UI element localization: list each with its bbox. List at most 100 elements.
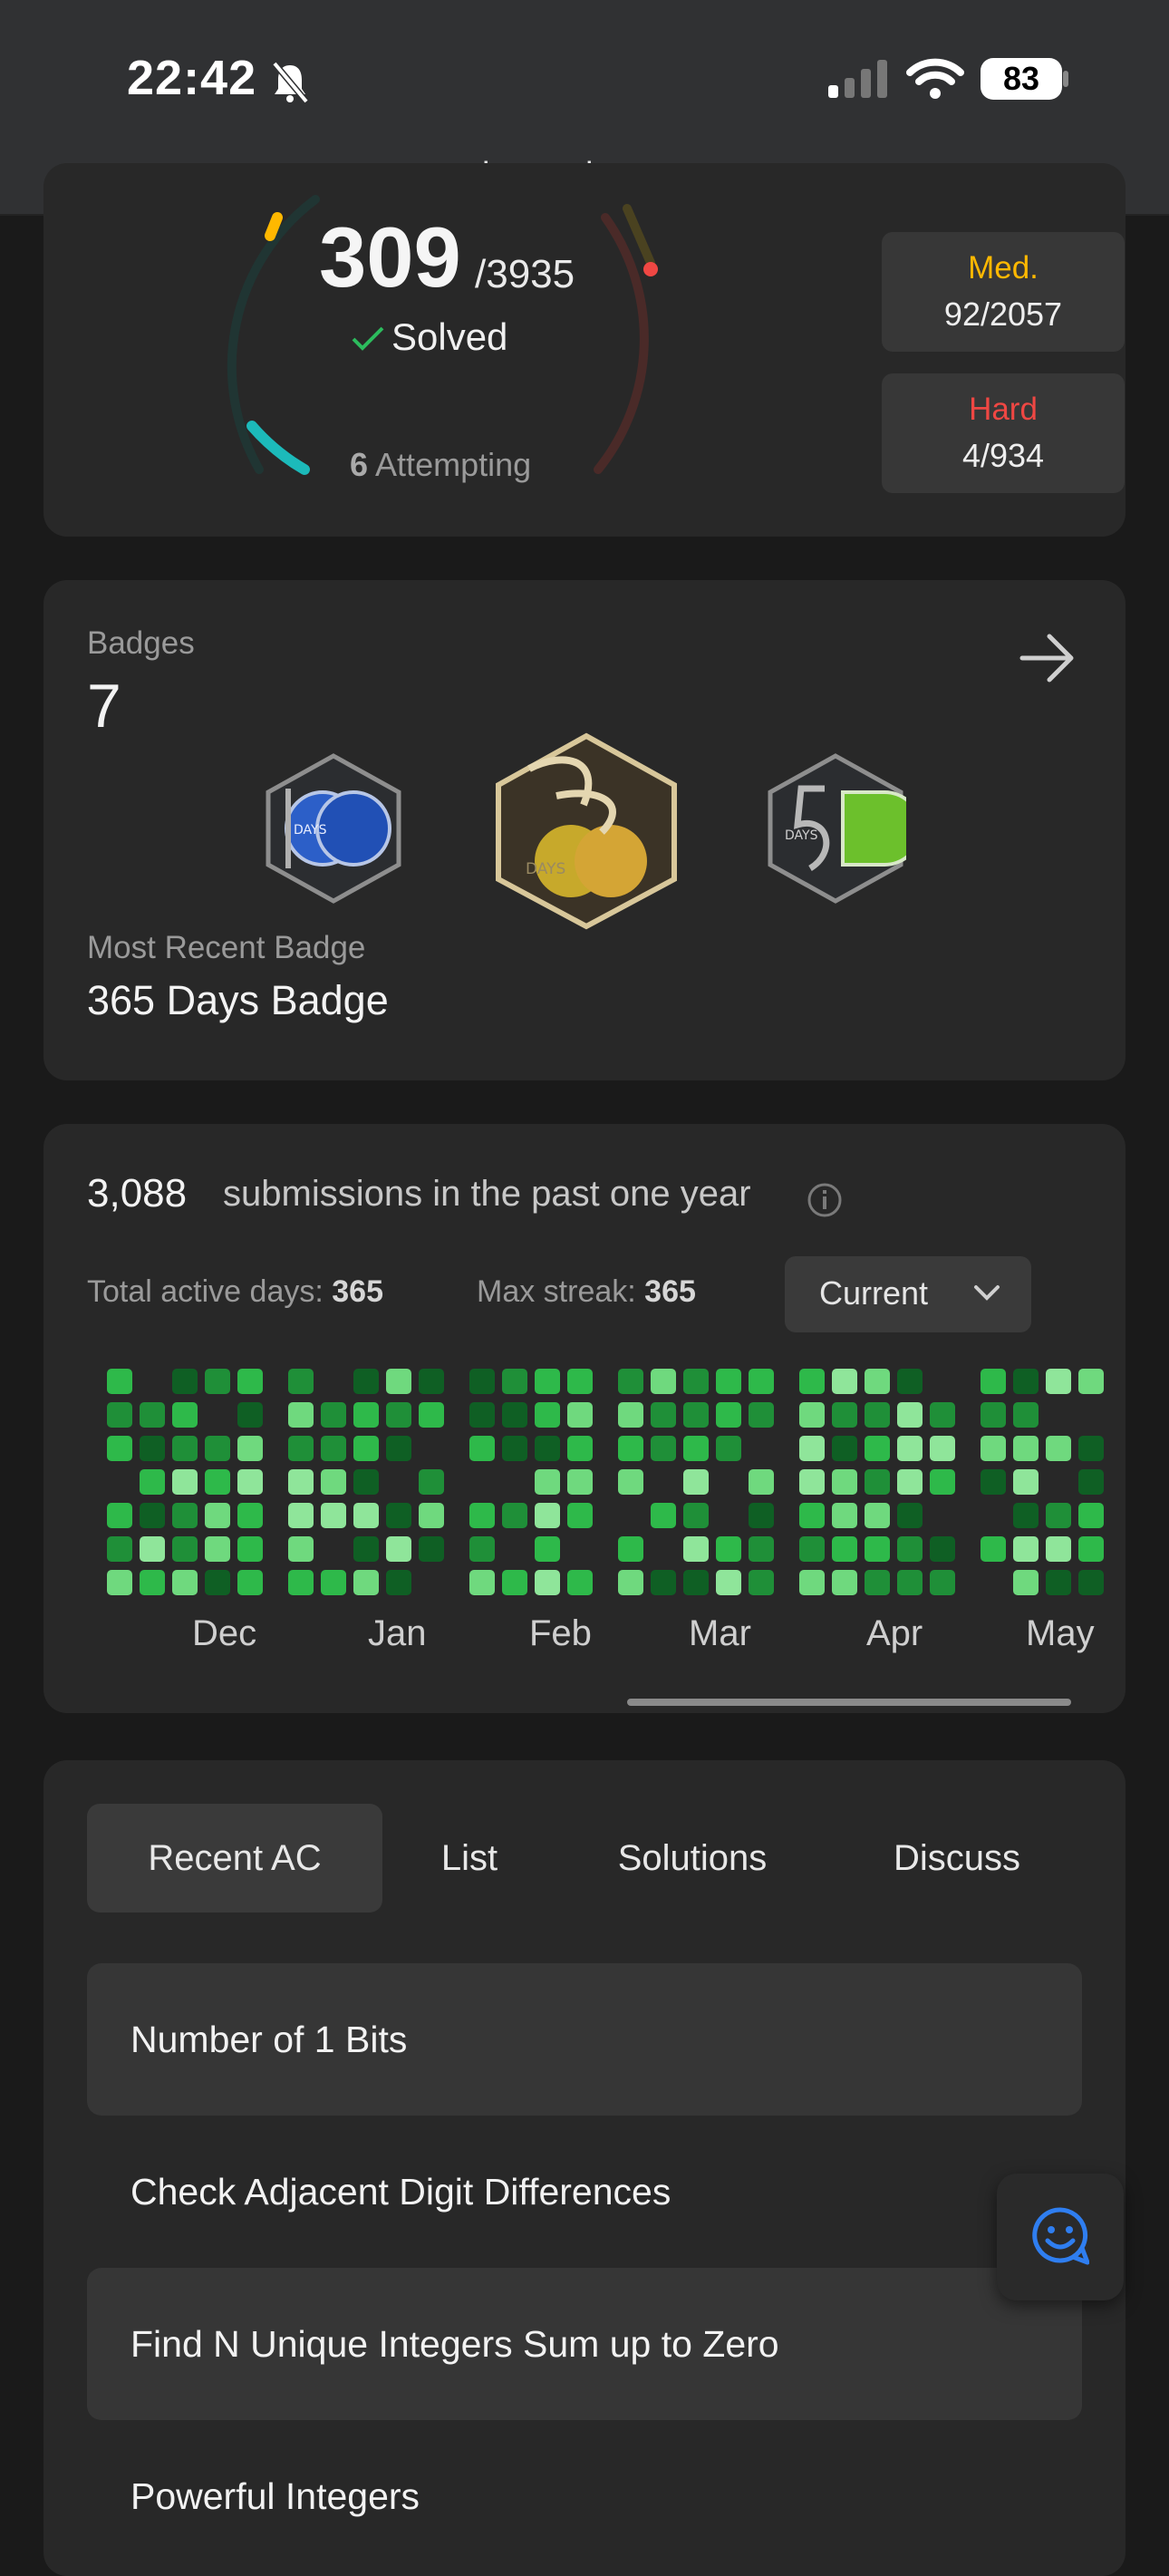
heatmap-cell [107, 1503, 132, 1528]
heatmap-cell [288, 1536, 314, 1562]
heatmap-cell [865, 1469, 890, 1495]
active-days-value: 365 [332, 1274, 383, 1309]
50-days-badge-icon[interactable]: DAYS [765, 752, 906, 905]
battery-level: 83 [1002, 60, 1040, 97]
heatmap-cell [618, 1369, 643, 1394]
heatmap-cell [172, 1402, 198, 1428]
heatmap-cell [897, 1536, 923, 1562]
heatmap-cell [386, 1536, 411, 1562]
hard-stat: Hard 4/934 [882, 373, 1125, 493]
heatmap-cell [1013, 1536, 1039, 1562]
heatmap-cell [107, 1402, 132, 1428]
heatmap-cell [469, 1570, 495, 1595]
heatmap-cell [683, 1536, 709, 1562]
heatmap-cell [1046, 1570, 1071, 1595]
heatmap-cell [1078, 1570, 1104, 1595]
heatmap-cell [716, 1536, 741, 1562]
heatmap-cell [799, 1536, 825, 1562]
medium-label: Med. [968, 250, 1039, 286]
heatmap-cell [288, 1570, 314, 1595]
recent-ac-item[interactable]: Check Adjacent Digit Differences [87, 2116, 1082, 2268]
heatmap-cell [172, 1469, 198, 1495]
heatmap-cell [567, 1436, 593, 1461]
heatmap-cell [832, 1570, 857, 1595]
heatmap-cell [799, 1503, 825, 1528]
heatmap-cell [618, 1402, 643, 1428]
heatmap-cell [683, 1503, 709, 1528]
tab-recent-ac[interactable]: Recent AC [87, 1804, 382, 1913]
heatmap-cell [716, 1570, 741, 1595]
heatmap-cell [567, 1369, 593, 1394]
heatmap-cell [651, 1436, 676, 1461]
check-icon [352, 326, 384, 351]
heatmap-cell [353, 1570, 379, 1595]
heatmap-cell [716, 1436, 741, 1461]
heatmap-cell [799, 1436, 825, 1461]
tab-discuss[interactable]: Discuss [859, 1804, 1055, 1913]
most-recent-badge-name: 365 Days Badge [87, 977, 389, 1023]
active-days-stat: Total active days: 365 [87, 1274, 383, 1310]
heatmap-cell [205, 1369, 230, 1394]
heatmap-cell [683, 1469, 709, 1495]
heatmap-cell [321, 1503, 346, 1528]
medium-value: 92/2057 [943, 295, 1063, 333]
arrow-right-icon[interactable] [1019, 633, 1077, 683]
heatmap-cell [832, 1436, 857, 1461]
badge-50-days-text: DAYS [785, 828, 818, 843]
hard-label: Hard [969, 392, 1038, 427]
badge-365-days-text: DAYS [526, 860, 565, 878]
heatmap-cell [502, 1402, 527, 1428]
heatmap-cell [1078, 1536, 1104, 1562]
heatmap-cell [140, 1503, 165, 1528]
info-icon[interactable] [807, 1182, 843, 1218]
month-label: Mar [689, 1613, 751, 1653]
heatmap-cell [1013, 1570, 1039, 1595]
heatmap-cell [683, 1570, 709, 1595]
badges-count: 7 [87, 672, 121, 741]
horizontal-scrollbar[interactable] [627, 1699, 1071, 1706]
365-days-badge-icon[interactable]: DAYS [493, 732, 680, 930]
heatmap-cell [567, 1570, 593, 1595]
max-streak-value: 365 [644, 1274, 696, 1309]
recent-ac-item[interactable]: Powerful Integers [87, 2420, 1082, 2572]
total-problems: /3935 [475, 252, 575, 296]
status-time: 22:42 [127, 51, 257, 105]
heatmap-cell [386, 1369, 411, 1394]
recent-ac-item[interactable]: Find N Unique Integers Sum up to Zero [87, 2268, 1082, 2420]
heatmap-cell [749, 1536, 774, 1562]
heatmap-cell [618, 1436, 643, 1461]
heatmap-cell [535, 1503, 560, 1528]
heatmap-cell [237, 1570, 263, 1595]
heatmap-cell [205, 1469, 230, 1495]
submissions-text: submissions in the past one year [223, 1174, 751, 1214]
heatmap-cell [386, 1402, 411, 1428]
heatmap-cell [237, 1536, 263, 1562]
period-dropdown[interactable]: Current [785, 1256, 1031, 1332]
heatmap-cell [1013, 1436, 1039, 1461]
tab-solutions[interactable]: Solutions [582, 1804, 803, 1913]
100-days-badge-icon[interactable]: DAYS [263, 752, 404, 905]
badges-card[interactable]: Badges 7 DAYS DAYS DAYS Most Recent Badg… [43, 580, 1126, 1080]
heatmap-cell [535, 1436, 560, 1461]
heatmap-cell [981, 1536, 1006, 1562]
tab-list[interactable]: List [406, 1804, 533, 1913]
heatmap-cell [205, 1436, 230, 1461]
heatmap-cell [140, 1469, 165, 1495]
bell-slash-icon [272, 61, 309, 103]
heatmap-cell [1078, 1503, 1104, 1528]
heatmap-cell [1078, 1469, 1104, 1495]
heatmap-cell [140, 1570, 165, 1595]
heatmap-cell [502, 1369, 527, 1394]
heatmap-cell [502, 1503, 527, 1528]
heatmap-cell [799, 1469, 825, 1495]
month-label: Feb [529, 1613, 592, 1653]
chat-fab[interactable] [997, 2174, 1124, 2300]
recent-ac-title: Powerful Integers [130, 2475, 420, 2517]
heatmap-cell [981, 1369, 1006, 1394]
heatmap-month-labels: Dec Jan Feb Mar Apr May [87, 1613, 1126, 1664]
heatmap-cell [897, 1503, 923, 1528]
recent-ac-item[interactable]: Number of 1 Bits [87, 1963, 1082, 2116]
heatmap-cell [321, 1570, 346, 1595]
badge-100-days-text: DAYS [294, 823, 327, 838]
heatmap-cell [897, 1436, 923, 1461]
